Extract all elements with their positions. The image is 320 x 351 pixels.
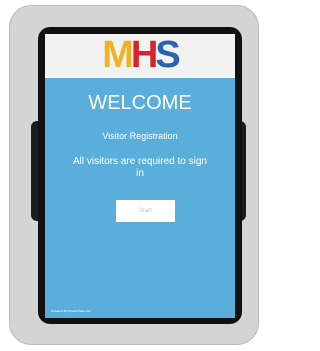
logo-bar: MHS <box>45 34 235 78</box>
visitor-registration-title: Visitor Registration <box>102 131 178 141</box>
kiosk-screen: MHS WELCOME Visitor Registration All vis… <box>45 34 235 318</box>
powered-by-footer: Powered By eVisitorPass.com <box>51 309 92 313</box>
welcome-heading: WELCOME <box>88 92 192 114</box>
start-button[interactable]: Start <box>116 200 175 222</box>
mhs-logo: MHS <box>102 34 181 76</box>
sign-in-message: All visitors are required to sign in <box>73 156 207 179</box>
